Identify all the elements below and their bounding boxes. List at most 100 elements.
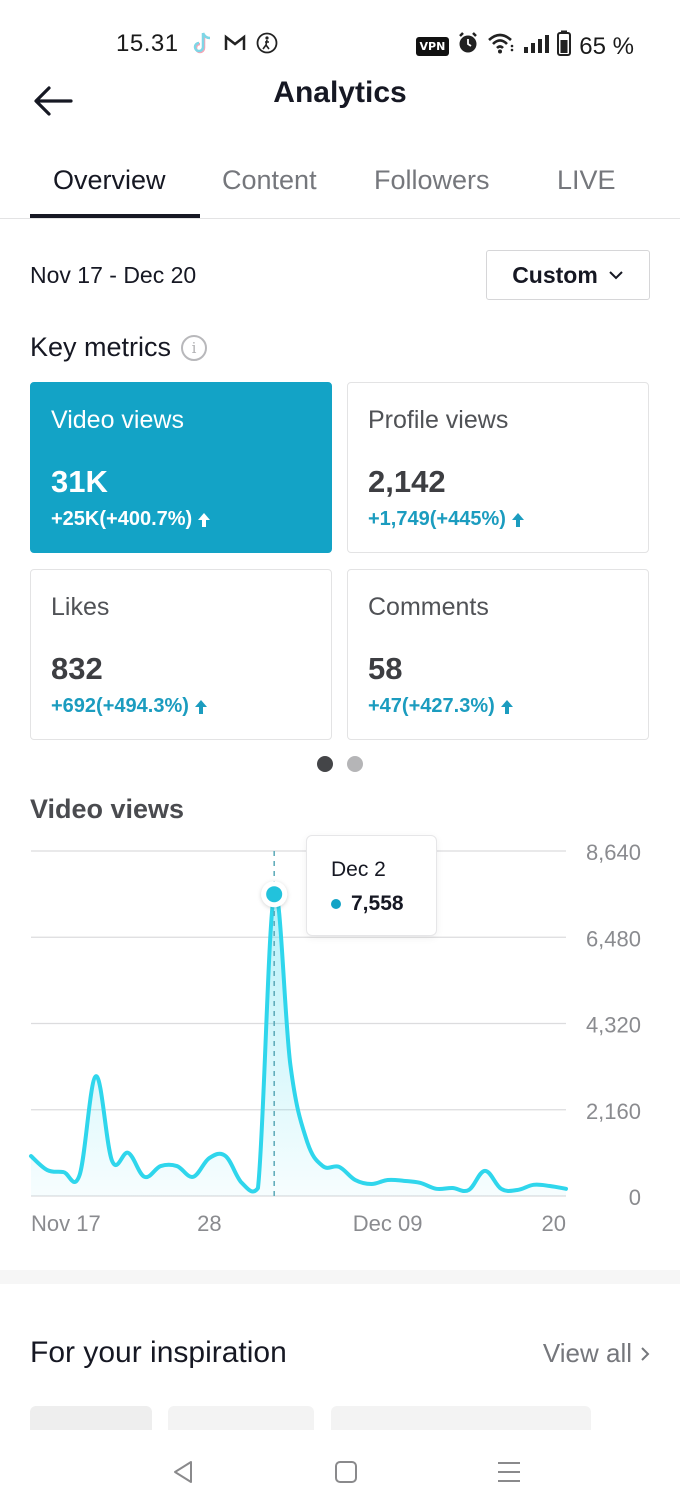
arrow-up-icon [511, 512, 524, 527]
alarm-icon [457, 31, 479, 62]
y-tick-label: 0 [629, 1185, 641, 1210]
chevron-right-icon [641, 1346, 650, 1361]
status-time: 15.31 [116, 30, 179, 57]
battery-percentage: 65 % [579, 32, 634, 60]
view-all-link[interactable]: View all [543, 1338, 650, 1369]
x-tick-label: 20 [542, 1211, 566, 1236]
data-point [61, 1170, 65, 1174]
data-point [434, 1187, 438, 1191]
metric-delta-text: +692(+494.3%) [51, 695, 189, 717]
data-point [159, 1164, 163, 1168]
data-point [256, 1186, 260, 1190]
nav-home-button[interactable] [326, 1452, 366, 1492]
data-point [451, 1186, 455, 1190]
data-point [110, 1159, 114, 1163]
data-point [288, 1063, 292, 1067]
metric-label: Likes [51, 593, 110, 621]
data-point [240, 1181, 244, 1185]
metric-delta-text: +25K(+400.7%) [51, 508, 193, 530]
tab-content[interactable]: Content [222, 165, 317, 196]
status-right-icons: VPN 65 % [415, 30, 634, 63]
date-range-selector-label: Custom [512, 261, 598, 288]
key-metrics-title: Key metrics [30, 332, 172, 362]
x-tick-label: Nov 17 [31, 1211, 101, 1236]
signal-icon [523, 33, 550, 61]
tab-live[interactable]: LIVE [557, 165, 616, 196]
series-dot-icon [331, 899, 341, 909]
pager-dot-1[interactable] [317, 756, 333, 772]
data-point [402, 1179, 406, 1183]
data-point [126, 1151, 130, 1155]
metric-delta: +47(+427.3%) [368, 695, 513, 718]
tooltip-value: 7,558 [351, 892, 404, 915]
metric-card-likes[interactable]: Likes 832 +692(+494.3%) [30, 569, 332, 740]
metric-label: Profile views [368, 406, 509, 434]
pager-dot-2[interactable] [347, 756, 363, 772]
home-nav-icon [335, 1461, 357, 1483]
data-point [386, 1178, 390, 1182]
status-bar: 15.31 VPN 65 % [0, 0, 680, 70]
page-title: Analytics [273, 76, 407, 109]
tab-overview[interactable]: Overview [53, 165, 166, 196]
data-point [78, 1173, 82, 1177]
inspiration-chip-2[interactable] [168, 1406, 314, 1430]
arrow-up-icon [194, 699, 207, 714]
active-tab-indicator [30, 214, 200, 218]
metrics-pager [0, 756, 680, 772]
top-app-bar: Analytics [0, 70, 680, 130]
data-point [305, 1138, 309, 1142]
metric-delta: +25K(+400.7%) [51, 508, 211, 531]
data-point [321, 1164, 325, 1168]
nav-back-button[interactable] [163, 1452, 203, 1492]
nav-recents-button[interactable] [489, 1452, 529, 1492]
metric-card-video-views[interactable]: Video views 31K +25K(+400.7%) [30, 382, 332, 553]
data-point [224, 1154, 228, 1158]
recents-nav-icon [498, 1462, 520, 1482]
data-point [483, 1169, 487, 1173]
tooltip-value-row: 7,558 [331, 892, 404, 916]
inspiration-chip-1[interactable] [30, 1406, 152, 1430]
metric-label: Comments [368, 593, 489, 621]
tooltip-date: Dec 2 [331, 858, 386, 881]
chart-tooltip: Dec 2 7,558 [306, 835, 437, 936]
data-point [467, 1188, 471, 1192]
wifi-icon [487, 32, 515, 61]
vpn-badge: VPN [415, 37, 450, 56]
metric-card-profile-views[interactable]: Profile views 2,142 +1,749(+445%) [347, 382, 649, 553]
info-icon[interactable]: i [181, 334, 208, 361]
metric-delta: +1,749(+445%) [368, 508, 524, 531]
inspiration-chip-3[interactable] [331, 1406, 591, 1430]
data-point [142, 1175, 146, 1179]
x-tick-label: 28 [197, 1211, 221, 1236]
arrow-up-icon [500, 699, 513, 714]
view-all-label: View all [542, 1338, 632, 1368]
tab-followers[interactable]: Followers [374, 165, 490, 196]
metric-delta-text: +47(+427.3%) [368, 695, 495, 717]
y-tick-label: 2,160 [586, 1099, 641, 1124]
accessibility-icon [256, 32, 278, 59]
data-point [515, 1188, 519, 1192]
back-nav-icon [174, 1461, 192, 1483]
date-range-selector[interactable]: Custom [486, 250, 650, 300]
data-point [207, 1156, 211, 1160]
metric-card-comments[interactable]: Comments 58 +47(+427.3%) [347, 569, 649, 740]
arrow-up-icon [198, 512, 211, 527]
chevron-down-icon [609, 271, 623, 280]
metric-delta-text: +1,749(+445%) [368, 508, 506, 530]
x-tick-label: Dec 09 [353, 1211, 423, 1236]
metric-label: Video views [51, 406, 184, 434]
date-filter-row: Nov 17 - Dec 20 Custom [30, 250, 650, 300]
metric-value: 31K [51, 464, 108, 499]
highlight-point [266, 886, 283, 903]
metric-value: 2,142 [368, 464, 446, 499]
date-range: Nov 17 - Dec 20 [30, 262, 197, 288]
inspiration-title: For your inspiration [30, 1336, 287, 1369]
data-point [353, 1178, 357, 1182]
data-point [499, 1187, 503, 1191]
y-tick-label: 4,320 [586, 1013, 641, 1038]
tiktok-icon [192, 31, 214, 60]
metric-value: 832 [51, 651, 103, 686]
y-tick-label: 6,480 [586, 926, 641, 951]
data-point [564, 1187, 568, 1191]
data-point [548, 1184, 552, 1188]
